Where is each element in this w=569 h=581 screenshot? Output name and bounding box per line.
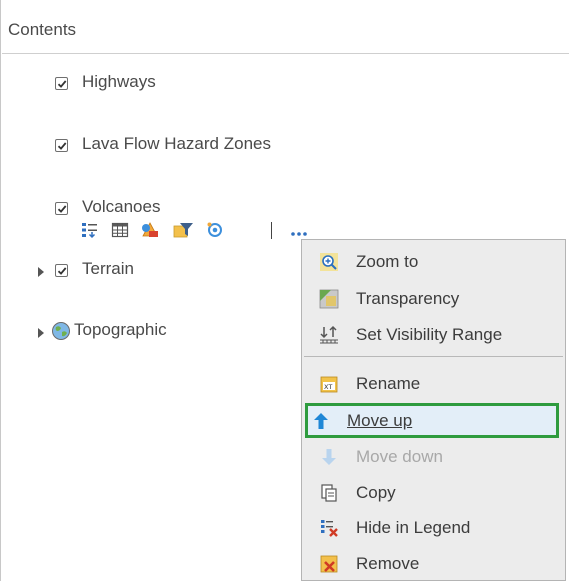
menu-item-hide-in-legend[interactable]: Hide in Legend [302, 510, 565, 545]
expand-arrow-icon[interactable] [38, 267, 44, 277]
remove-icon [319, 554, 339, 574]
layer-item-highways: Highways [1, 72, 401, 96]
filter-icon[interactable] [173, 220, 193, 240]
menu-item-zoom-to[interactable]: Zoom to [302, 244, 565, 279]
visibility-range-icon [319, 325, 339, 345]
arrow-down-icon [319, 447, 339, 467]
copy-icon [319, 483, 339, 503]
rename-icon: XT [319, 374, 339, 394]
contents-header: Contents [2, 0, 569, 54]
contents-title: Contents [8, 20, 77, 39]
layer-item-lava-flow-hazard-zones: Lava Flow Hazard Zones [1, 134, 401, 158]
layer-context-menu: Zoom to Transparency Set Visibility Rang… [301, 239, 566, 581]
contents-panel: Contents Highways Lava Flow Hazard Zones… [0, 0, 569, 581]
layer-label[interactable]: Lava Flow Hazard Zones [82, 134, 271, 154]
perform-analysis-icon[interactable] [205, 220, 225, 240]
hide-in-legend-icon [319, 518, 339, 538]
layer-visibility-checkbox[interactable] [55, 264, 68, 277]
layer-visibility-checkbox[interactable] [55, 202, 68, 215]
tools-divider [271, 222, 272, 239]
svg-text:XT: XT [324, 383, 332, 391]
layer-item-volcanoes: Volcanoes [1, 197, 401, 221]
zoom-to-icon [319, 252, 339, 272]
layer-label[interactable]: Terrain [82, 259, 134, 279]
transparency-icon [319, 289, 339, 309]
menu-item-set-visibility-range[interactable]: Set Visibility Range [302, 317, 565, 352]
basemap-globe-icon [51, 321, 71, 341]
layer-item-topographic: Topographic [1, 320, 291, 344]
arrow-up-icon [311, 411, 331, 431]
layer-visibility-checkbox[interactable] [55, 77, 68, 90]
layer-label[interactable]: Topographic [74, 320, 167, 340]
expand-arrow-icon[interactable] [38, 328, 44, 338]
more-options-icon[interactable] [288, 220, 312, 240]
menu-item-rename[interactable]: XT Rename [302, 366, 565, 401]
menu-item-move-up[interactable]: Move up [305, 403, 559, 438]
attribute-table-icon[interactable] [110, 220, 130, 240]
layer-label[interactable]: Highways [82, 72, 156, 92]
layer-label[interactable]: Volcanoes [82, 197, 160, 217]
layer-visibility-checkbox[interactable] [55, 139, 68, 152]
menu-item-transparency[interactable]: Transparency [302, 281, 565, 316]
menu-item-remove[interactable]: Remove [302, 546, 565, 581]
change-style-icon[interactable] [139, 220, 159, 240]
menu-divider [304, 356, 563, 357]
layer-tools-row [80, 220, 320, 246]
menu-item-move-down[interactable]: Move down [302, 439, 565, 474]
legend-icon[interactable] [80, 220, 100, 240]
menu-item-copy[interactable]: Copy [302, 475, 565, 510]
layer-item-terrain: Terrain [1, 259, 291, 283]
